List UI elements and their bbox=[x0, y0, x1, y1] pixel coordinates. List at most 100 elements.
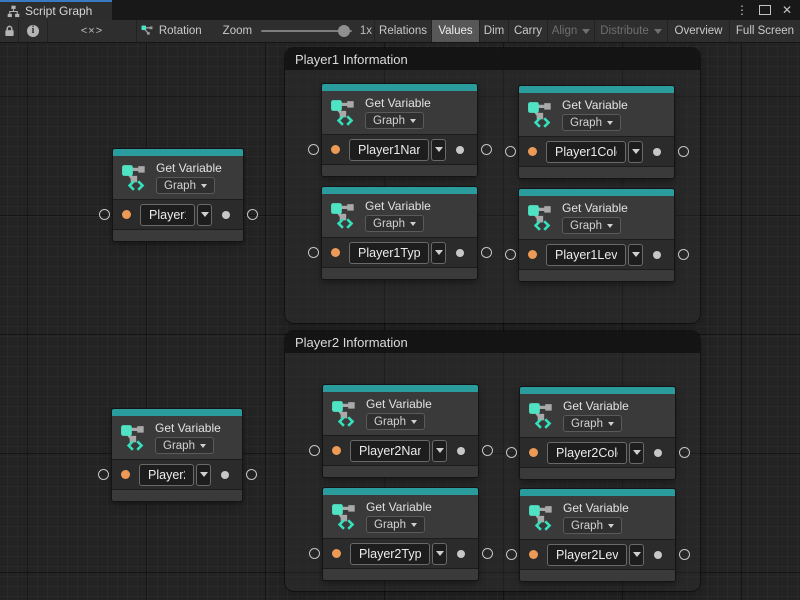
input-port-dot[interactable] bbox=[121, 470, 130, 479]
output-port-ring[interactable] bbox=[679, 447, 690, 458]
node-get-variable-player1color[interactable]: Get Variable Graph Player1Color bbox=[519, 86, 674, 178]
output-port-ring[interactable] bbox=[482, 548, 493, 559]
relations-button[interactable]: Relations bbox=[375, 20, 432, 42]
full-screen-button[interactable]: Full Screen bbox=[730, 20, 800, 42]
graph-kind-dropdown[interactable]: Graph bbox=[562, 114, 621, 131]
close-icon[interactable]: ✕ bbox=[782, 4, 792, 16]
input-port-ring[interactable] bbox=[309, 548, 320, 559]
info-button[interactable]: i bbox=[19, 20, 48, 42]
output-port-dot[interactable] bbox=[654, 449, 662, 457]
input-port-dot[interactable] bbox=[331, 248, 340, 257]
input-port-ring[interactable] bbox=[309, 445, 320, 456]
output-port-ring[interactable] bbox=[481, 144, 492, 155]
graph-kind-dropdown[interactable]: Graph bbox=[156, 177, 215, 194]
graph-kind-dropdown[interactable]: Graph bbox=[365, 215, 424, 232]
values-button[interactable]: Values bbox=[432, 20, 480, 42]
graph-kind-dropdown[interactable]: Graph bbox=[366, 413, 425, 430]
input-port-ring[interactable] bbox=[505, 249, 516, 260]
output-port-dot[interactable] bbox=[457, 550, 465, 558]
variable-dropdown[interactable]: Player1Name bbox=[349, 139, 429, 161]
output-port-ring[interactable] bbox=[246, 469, 257, 480]
group-header[interactable]: Player1 Information bbox=[285, 48, 700, 70]
input-port-ring[interactable] bbox=[505, 146, 516, 157]
dim-button[interactable]: Dim bbox=[480, 20, 509, 42]
node-header[interactable]: Get Variable Graph bbox=[112, 416, 242, 459]
variable-dropdown[interactable]: Player1 bbox=[140, 204, 195, 226]
zoom-slider[interactable] bbox=[261, 30, 352, 32]
output-port-dot[interactable] bbox=[654, 551, 662, 559]
node-header[interactable]: Get Variable Graph bbox=[519, 93, 674, 136]
input-port-dot[interactable] bbox=[529, 550, 538, 559]
graph-kind-dropdown[interactable]: Graph bbox=[563, 517, 622, 534]
input-port-dot[interactable] bbox=[122, 210, 131, 219]
node-get-variable-player1[interactable]: Get Variable Graph Player1 bbox=[113, 149, 243, 241]
variable-dropdown[interactable]: Player2Name bbox=[350, 440, 430, 462]
node-get-variable-player2[interactable]: Get Variable Graph Player2 bbox=[112, 409, 242, 501]
graph-kind-dropdown[interactable]: Graph bbox=[155, 437, 214, 454]
variable-dropdown-button[interactable] bbox=[629, 442, 644, 464]
node-get-variable-player1type[interactable]: Get Variable Graph Player1Type bbox=[322, 187, 477, 279]
node-header[interactable]: Get Variable Graph bbox=[323, 495, 478, 538]
input-port-ring[interactable] bbox=[506, 549, 517, 560]
variable-dropdown-button[interactable] bbox=[197, 204, 212, 226]
input-port-ring[interactable] bbox=[308, 247, 319, 258]
node-header[interactable]: Get Variable Graph bbox=[520, 394, 675, 437]
node-get-variable-player1name[interactable]: Get Variable Graph Player1Name bbox=[322, 84, 477, 176]
input-port-ring[interactable] bbox=[99, 209, 110, 220]
output-port-dot[interactable] bbox=[457, 447, 465, 455]
variable-dropdown[interactable]: Player2 bbox=[139, 464, 194, 486]
distribute-button[interactable]: Distribute bbox=[595, 20, 668, 42]
node-header[interactable]: Get Variable Graph bbox=[520, 496, 675, 539]
output-port-ring[interactable] bbox=[482, 445, 493, 456]
input-port-ring[interactable] bbox=[506, 447, 517, 458]
output-port-dot[interactable] bbox=[653, 148, 661, 156]
graph-kind-dropdown[interactable]: Graph bbox=[563, 415, 622, 432]
variable-dropdown-button[interactable] bbox=[629, 544, 644, 566]
input-port-dot[interactable] bbox=[528, 250, 537, 259]
graph-canvas[interactable]: Player1 Information Player2 Information … bbox=[0, 43, 800, 600]
output-port-dot[interactable] bbox=[456, 146, 464, 154]
node-get-variable-player1level[interactable]: Get Variable Graph Player1Level bbox=[519, 189, 674, 281]
variable-dropdown-button[interactable] bbox=[628, 244, 643, 266]
lock-button[interactable] bbox=[0, 20, 19, 42]
output-port-ring[interactable] bbox=[678, 146, 689, 157]
node-header[interactable]: Get Variable Graph bbox=[322, 194, 477, 237]
variable-dropdown-button[interactable] bbox=[431, 242, 446, 264]
node-get-variable-player2type[interactable]: Get Variable Graph Player2Type bbox=[323, 488, 478, 580]
node-get-variable-player2level[interactable]: Get Variable Graph Player2Level bbox=[520, 489, 675, 581]
node-header[interactable]: Get Variable Graph bbox=[322, 91, 477, 134]
node-header[interactable]: Get Variable Graph bbox=[113, 156, 243, 199]
tab-script-graph[interactable]: Script Graph bbox=[0, 0, 112, 20]
input-port-dot[interactable] bbox=[332, 549, 341, 558]
output-port-dot[interactable] bbox=[456, 249, 464, 257]
graph-kind-dropdown[interactable]: Graph bbox=[366, 516, 425, 533]
overview-button[interactable]: Overview bbox=[668, 20, 730, 42]
graph-kind-dropdown[interactable]: Graph bbox=[365, 112, 424, 129]
variable-dropdown[interactable]: Player1Color bbox=[546, 141, 626, 163]
output-port-dot[interactable] bbox=[222, 211, 230, 219]
carry-button[interactable]: Carry bbox=[509, 20, 548, 42]
maximize-icon[interactable] bbox=[759, 5, 771, 15]
output-port-dot[interactable] bbox=[653, 251, 661, 259]
input-port-dot[interactable] bbox=[529, 448, 538, 457]
variable-dropdown[interactable]: Player1Level bbox=[546, 244, 626, 266]
output-port-ring[interactable] bbox=[481, 247, 492, 258]
align-button[interactable]: Align bbox=[548, 20, 595, 42]
variable-dropdown-button[interactable] bbox=[196, 464, 211, 486]
variable-dropdown[interactable]: Player2Type bbox=[350, 543, 430, 565]
graph-kind-dropdown[interactable]: Graph bbox=[562, 217, 621, 234]
input-port-ring[interactable] bbox=[308, 144, 319, 155]
output-port-ring[interactable] bbox=[678, 249, 689, 260]
input-port-dot[interactable] bbox=[332, 446, 341, 455]
input-port-dot[interactable] bbox=[331, 145, 340, 154]
code-view-button[interactable]: <×> bbox=[48, 20, 137, 42]
input-port-dot[interactable] bbox=[528, 147, 537, 156]
node-header[interactable]: Get Variable Graph bbox=[519, 196, 674, 239]
variable-dropdown[interactable]: Player1Type bbox=[349, 242, 429, 264]
group-header[interactable]: Player2 Information bbox=[285, 331, 700, 353]
variable-dropdown[interactable]: Player2Color bbox=[547, 442, 627, 464]
variable-dropdown-button[interactable] bbox=[432, 440, 447, 462]
output-port-ring[interactable] bbox=[679, 549, 690, 560]
variable-dropdown[interactable]: Player2Level bbox=[547, 544, 627, 566]
node-get-variable-player2color[interactable]: Get Variable Graph Player2Color bbox=[520, 387, 675, 479]
